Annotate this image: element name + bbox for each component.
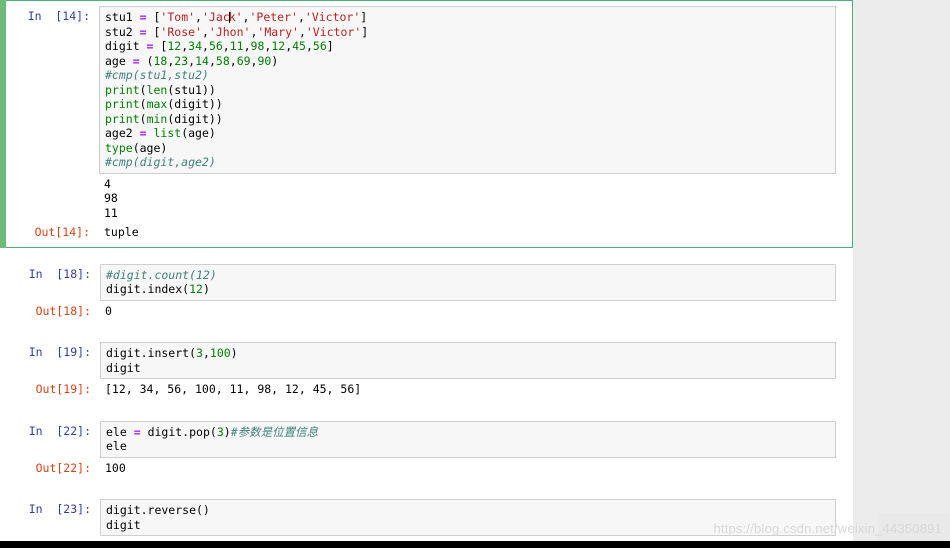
result-output: [12, 34, 56, 100, 11, 98, 12, 45, 56]: [100, 379, 844, 399]
text-cursor: [228, 12, 230, 23]
cell-output-row: Out[22]: 100: [9, 458, 844, 478]
out-prompt: Out[18]:: [35, 303, 91, 318]
in-prompt: In [18]:: [28, 266, 91, 281]
in-prompt: In [19]:: [28, 345, 91, 359]
stream-output-text: 4 98 11: [104, 176, 118, 220]
cell-output-row: Out[18]: 0: [9, 301, 844, 321]
cell-selection-bar: [0, 0, 6, 248]
cell-gap: [0, 483, 853, 493]
code-text: digit.reverse() digit: [106, 503, 210, 532]
code-editor[interactable]: stu1 = ['Tom','Jack','Peter','Victor'] s…: [99, 6, 836, 174]
code-text: stu1 = ['Tom','Jack','Peter','Victor'] s…: [105, 10, 369, 169]
cell-input-row: In [22]: ele = digit.pop(3)#参数是位置信息 ele: [9, 420, 844, 458]
code-editor[interactable]: ele = digit.pop(3)#参数是位置信息 ele: [100, 420, 836, 458]
in-prompt: In [23]:: [28, 502, 91, 516]
result-output: 100: [100, 458, 844, 478]
notebook-cell[interactable]: In [22]: ele = digit.pop(3)#参数是位置信息 ele Ou…: [0, 415, 853, 484]
code-editor[interactable]: digit.reverse() digit: [100, 499, 836, 536]
cell-output-row: Out[14]: tuple: [8, 222, 844, 242]
cell-gap: [0, 405, 853, 415]
notebook-cell-list: In [14]: stu1 = ['Tom','Jack','Peter','Vi…: [0, 0, 853, 541]
notebook-cell[interactable]: In [14]: stu1 = ['Tom','Jack','Peter','Vi…: [0, 0, 853, 248]
result-output-text: tuple: [104, 225, 139, 239]
cell-stream-row: . 4 98 11: [8, 174, 844, 223]
cell-input-row: In [14]: stu1 = ['Tom','Jack','Peter','Vi…: [8, 6, 844, 174]
notebook-cell[interactable]: In [23]:digit.reverse() digitOut[23]:[56…: [0, 493, 853, 541]
stream-output: 4 98 11: [99, 174, 844, 223]
out-prompt: Out[22]:: [35, 460, 91, 475]
cell-input-row: In [23]: digit.reverse() digit: [9, 499, 844, 536]
watermark-backdrop: [878, 513, 950, 541]
in-prompt: In [14]:: [27, 9, 90, 23]
result-output: 0: [100, 301, 844, 321]
code-text: #digit.count(12) digit.index(12): [106, 267, 217, 297]
bottom-edge-bar: [0, 541, 950, 548]
out-prompt: Out[19]:: [35, 382, 91, 396]
code-text: digit.insert(3,100) digit: [106, 346, 238, 375]
stream-prompt-spacer: .: [8, 174, 99, 192]
cell-gap: [0, 248, 853, 258]
cell-output-row: Out[19]: [12, 34, 56, 100, 11, 98, 12, 45…: [9, 379, 844, 399]
code-editor[interactable]: #digit.count(12) digit.index(12): [100, 263, 836, 301]
notebook-cell[interactable]: In [18]: #digit.count(12) digit.index(12)…: [0, 258, 853, 327]
out-prompt: Out[14]:: [34, 225, 90, 239]
result-output-text: 100: [105, 460, 126, 475]
notebook-cell[interactable]: In [19]: digit.insert(3,100) digit Out[19]…: [0, 336, 853, 405]
cell-input-row: In [18]: #digit.count(12) digit.index(12): [9, 263, 844, 301]
notebook-page: In [14]: stu1 = ['Tom','Jack','Peter','Vi…: [0, 0, 853, 541]
result-output-text: [12, 34, 56, 100, 11, 98, 12, 45, 56]: [105, 382, 362, 396]
cell-input-row: In [19]: digit.insert(3,100) digit: [9, 342, 844, 379]
result-output: tuple: [99, 222, 844, 242]
in-prompt: In [22]:: [28, 423, 91, 438]
code-editor[interactable]: digit.insert(3,100) digit: [100, 342, 836, 379]
result-output-text: 0: [105, 303, 112, 318]
cell-gap: [0, 326, 853, 336]
code-text: ele = digit.pop(3)#参数是位置信息 ele: [106, 424, 319, 454]
